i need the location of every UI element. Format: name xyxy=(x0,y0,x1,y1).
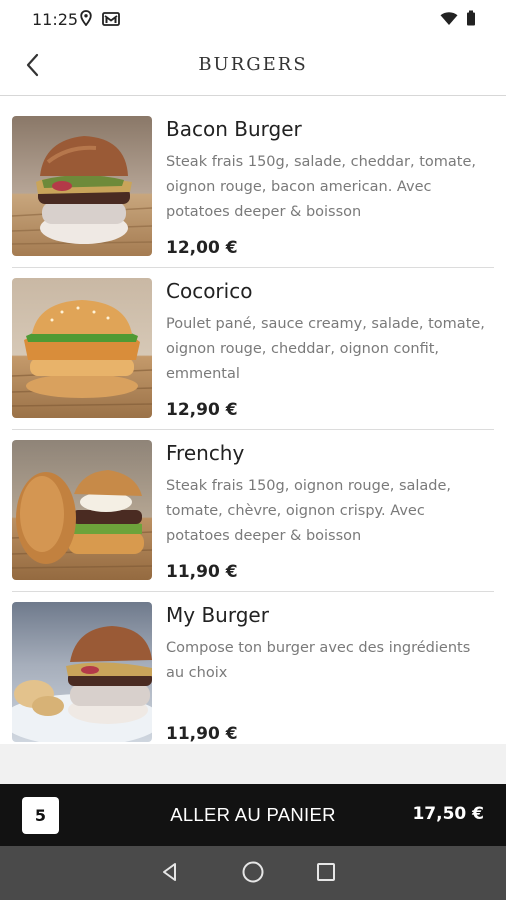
nav-recents-button[interactable] xyxy=(312,860,340,888)
product-card[interactable]: My Burger Compose ton burger avec des in… xyxy=(12,592,494,754)
location-icon xyxy=(80,10,92,30)
product-name: My Burger xyxy=(166,603,269,627)
nav-home-button[interactable] xyxy=(239,860,267,888)
status-bar: 11:25 xyxy=(0,0,506,40)
product-info: Frenchy Steak frais 150g, oignon rouge, … xyxy=(166,440,486,582)
product-image[interactable] xyxy=(12,278,152,418)
gmail-icon xyxy=(102,11,120,30)
page-title: BURGERS xyxy=(198,54,308,75)
product-info: My Burger Compose ton burger avec des in… xyxy=(166,602,486,744)
product-price: 11,90 € xyxy=(166,724,238,744)
product-info: Bacon Burger Steak frais 150g, salade, c… xyxy=(166,116,486,258)
square-recents-icon xyxy=(316,862,336,886)
list-footer-spacer xyxy=(0,744,506,784)
product-image[interactable] xyxy=(12,440,152,580)
product-price: 12,90 € xyxy=(166,400,238,420)
battery-icon xyxy=(466,10,476,30)
product-description: Steak frais 150g, salade, cheddar, tomat… xyxy=(166,154,476,220)
product-card[interactable]: Cocorico Poulet pané, sauce creamy, sala… xyxy=(12,268,494,430)
triangle-back-icon xyxy=(160,862,180,886)
product-description: Steak frais 150g, oignon rouge, salade, … xyxy=(166,478,452,544)
product-card[interactable]: Bacon Burger Steak frais 150g, salade, c… xyxy=(12,106,494,268)
product-name: Frenchy xyxy=(166,441,245,465)
product-description: Compose ton burger avec des ingrédients … xyxy=(166,640,471,681)
nav-back-button[interactable] xyxy=(156,860,184,888)
cart-total: 17,50 € xyxy=(412,804,484,824)
system-nav-bar xyxy=(0,846,506,900)
status-right-icons xyxy=(440,10,476,30)
product-list[interactable]: Bacon Burger Steak frais 150g, salade, c… xyxy=(0,96,506,756)
product-info: Cocorico Poulet pané, sauce creamy, sala… xyxy=(166,278,486,420)
status-time: 11:25 xyxy=(32,10,79,29)
product-price: 12,00 € xyxy=(166,238,238,258)
status-left-icons xyxy=(80,10,120,30)
go-to-cart-button[interactable]: 5 ALLER AU PANIER 17,50 € xyxy=(0,784,506,846)
product-price: 11,90 € xyxy=(166,562,238,582)
product-name: Cocorico xyxy=(166,279,253,303)
circle-home-icon xyxy=(241,860,265,888)
product-image[interactable] xyxy=(12,116,152,256)
product-image[interactable] xyxy=(12,602,152,742)
product-description: Poulet pané, sauce creamy, salade, tomat… xyxy=(166,316,485,382)
product-card[interactable]: Frenchy Steak frais 150g, oignon rouge, … xyxy=(12,430,494,592)
wifi-icon xyxy=(440,11,458,30)
product-name: Bacon Burger xyxy=(166,117,302,141)
app-header: BURGERS xyxy=(0,40,506,96)
